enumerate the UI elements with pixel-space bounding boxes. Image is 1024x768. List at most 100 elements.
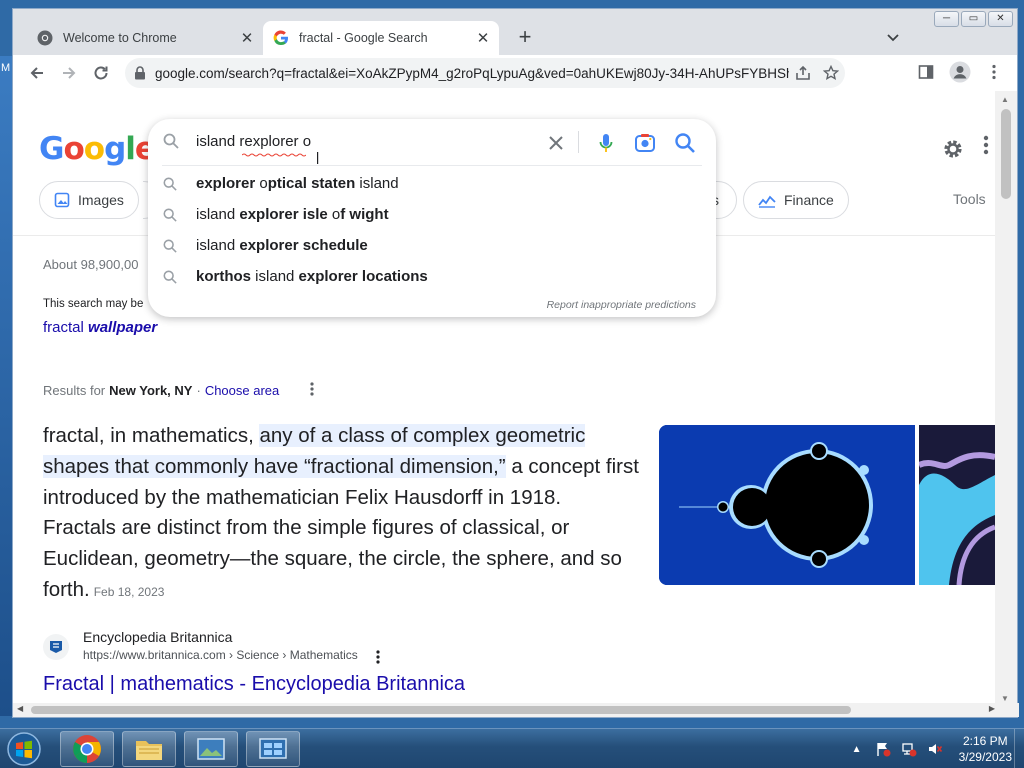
- close-icon: [549, 136, 563, 150]
- clock-time: 2:16 PM: [962, 734, 1008, 748]
- volume-muted-icon[interactable]: [927, 741, 943, 757]
- related-search-link[interactable]: fractal wallpaper: [43, 319, 157, 336]
- clock-date: 3/29/2023: [958, 750, 1012, 764]
- tab-title: Welcome to Chrome: [63, 31, 177, 45]
- forward-button[interactable]: [53, 57, 85, 89]
- toolbar-right: [913, 59, 1007, 85]
- side-panel-icon[interactable]: [913, 59, 939, 85]
- desktop-background: M: [0, 56, 12, 716]
- suggestion-item[interactable]: explorer optical staten island: [148, 169, 716, 200]
- search-icon: [163, 208, 177, 226]
- suggestion-text: island explorer schedule: [196, 237, 368, 254]
- network-icon[interactable]: [901, 741, 917, 757]
- chrome-window: Welcome to Chrome ✕ fractal - Google Sea…: [12, 8, 1019, 718]
- divider: [578, 131, 579, 153]
- suggestion-item[interactable]: korthos island explorer locations: [148, 262, 716, 293]
- fractal-thumbnail-image[interactable]: [919, 425, 995, 585]
- search-icon: [163, 239, 177, 257]
- suggestion-text: island explorer isle of wight: [196, 206, 389, 223]
- windows-logo-icon: [7, 732, 41, 766]
- url-text: google.com/search?q=fractal&ei=XoAkZPypM…: [155, 65, 789, 81]
- chrome-icon: [37, 30, 53, 46]
- picture-icon: [197, 738, 225, 760]
- back-button[interactable]: [21, 57, 53, 89]
- more-options-icon[interactable]: [309, 381, 319, 399]
- filter-images[interactable]: Images: [39, 181, 139, 219]
- vertical-scrollbar[interactable]: ▲ ▼: [995, 91, 1017, 707]
- chrome-icon: [73, 735, 101, 763]
- close-window-button[interactable]: ✕: [988, 11, 1013, 27]
- bookmark-star-icon[interactable]: [817, 65, 845, 81]
- settings-gear-icon[interactable]: [939, 135, 967, 163]
- control-panel-icon: [259, 738, 287, 759]
- tab-welcome[interactable]: Welcome to Chrome ✕: [27, 21, 263, 55]
- horizontal-scrollbar[interactable]: ◀ ▶: [13, 703, 1019, 717]
- choose-area-link[interactable]: Choose area: [205, 383, 279, 398]
- finance-chart-icon: [758, 192, 776, 208]
- result-stats: About 98,900,00: [43, 257, 139, 272]
- divider: [162, 165, 702, 166]
- suggestion-item[interactable]: island explorer schedule: [148, 231, 716, 262]
- search-submit-icon[interactable]: [673, 131, 697, 155]
- snippet-date: Feb 18, 2023: [93, 584, 165, 599]
- scroll-right-icon[interactable]: ▶: [989, 704, 995, 713]
- search-box: explorer optical staten island island ex…: [148, 119, 716, 317]
- action-center-flag-icon[interactable]: [875, 741, 891, 757]
- taskbar-explorer[interactable]: [122, 731, 176, 767]
- tray-expand-icon[interactable]: ▲: [849, 741, 865, 757]
- share-icon[interactable]: [789, 65, 817, 81]
- browser-toolbar: google.com/search?q=fractal&ei=XoAkZPypM…: [13, 55, 1017, 91]
- google-logo[interactable]: Google: [39, 131, 156, 167]
- source-url: https://www.britannica.com › Science › M…: [83, 648, 358, 662]
- chrome-menu-icon[interactable]: [981, 59, 1007, 85]
- apps-menu-icon[interactable]: [983, 133, 995, 163]
- search-results-page: Google island rexplorer o explorer optic…: [13, 91, 995, 707]
- tab-fractal-search[interactable]: fractal - Google Search ✕: [263, 21, 499, 55]
- report-predictions-link[interactable]: Report inappropriate predictions: [547, 299, 696, 311]
- source-name: Encyclopedia Britannica: [83, 629, 233, 645]
- forward-arrow-icon: [63, 67, 76, 79]
- spellcheck-underline: [242, 153, 306, 157]
- maximize-button[interactable]: ▭: [961, 11, 986, 27]
- taskbar-control-panel[interactable]: [246, 731, 300, 767]
- lock-icon[interactable]: [125, 66, 155, 80]
- suggestion-item[interactable]: island explorer isle of wight: [148, 200, 716, 231]
- result-source[interactable]: Encyclopedia Britannica https://www.brit…: [43, 629, 358, 662]
- tab-title: fractal - Google Search: [299, 31, 428, 45]
- result-title-link[interactable]: Fractal | mathematics - Encyclopedia Bri…: [43, 673, 465, 696]
- britannica-favicon-icon: [43, 634, 69, 660]
- system-clock[interactable]: 2:16 PM 3/29/2023: [959, 733, 1012, 765]
- taskbar-media[interactable]: [184, 731, 238, 767]
- reload-button[interactable]: [85, 57, 117, 89]
- close-icon[interactable]: ✕: [473, 29, 493, 47]
- google-lens-icon[interactable]: [633, 131, 657, 155]
- close-icon[interactable]: ✕: [237, 29, 257, 47]
- filter-finance[interactable]: Finance: [743, 181, 849, 219]
- minimize-button[interactable]: ─: [934, 11, 959, 27]
- windows-taskbar: ▲ 2:16 PM 3/29/2023: [0, 728, 1024, 768]
- show-desktop-button[interactable]: [1014, 729, 1024, 768]
- reload-icon: [94, 66, 108, 80]
- tab-search-icon[interactable]: [883, 27, 903, 47]
- taskbar-chrome[interactable]: [60, 731, 114, 767]
- search-icon: [163, 177, 177, 195]
- profile-avatar[interactable]: [947, 59, 973, 85]
- mandelbrot-image[interactable]: [659, 425, 915, 585]
- more-options-icon[interactable]: [375, 649, 385, 667]
- address-bar[interactable]: google.com/search?q=fractal&ei=XoAkZPypM…: [125, 58, 845, 88]
- search-input[interactable]: [196, 133, 536, 150]
- folder-icon: [136, 741, 162, 760]
- tab-strip: Welcome to Chrome ✕ fractal - Google Sea…: [13, 9, 1017, 55]
- tools-button[interactable]: Tools: [953, 191, 986, 207]
- image-icon: [54, 192, 70, 208]
- scroll-thumb[interactable]: [31, 706, 851, 714]
- start-button[interactable]: [4, 731, 44, 767]
- voice-search-mic-icon[interactable]: [594, 131, 618, 155]
- scroll-thumb[interactable]: [1001, 109, 1011, 199]
- scroll-up-icon[interactable]: ▲: [1001, 95, 1009, 104]
- scroll-down-icon[interactable]: ▼: [1001, 694, 1009, 703]
- scroll-left-icon[interactable]: ◀: [17, 704, 23, 713]
- clear-search-button[interactable]: [544, 131, 568, 155]
- location-line: Results for New York, NY · Choose area: [43, 383, 280, 398]
- new-tab-button[interactable]: +: [513, 25, 537, 49]
